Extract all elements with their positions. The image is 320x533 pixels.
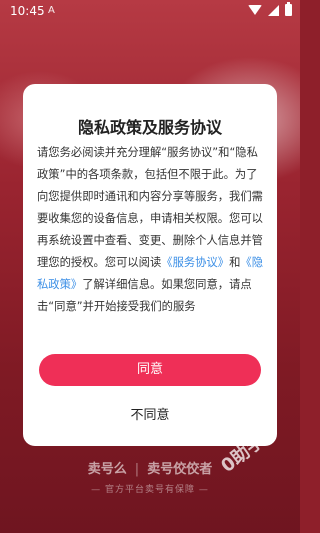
body-text-and: 和 xyxy=(229,256,241,269)
status-time: 10:45 xyxy=(10,4,45,18)
disagree-button[interactable]: 不同意 xyxy=(23,404,277,428)
sim-indicator: A xyxy=(48,5,55,16)
dialog-body: 请您务必阅读并充分理解“服务协议”和“隐私政策”中的各项条款，包括但不限于此。为… xyxy=(37,142,263,318)
agree-button[interactable]: 同意 xyxy=(39,354,261,386)
privacy-dialog: 隐私政策及服务协议 请您务必阅读并充分理解“服务协议”和“隐私政策”中的各项条款… xyxy=(23,84,277,446)
signal-icon xyxy=(268,4,279,16)
status-bar: 10:45 A xyxy=(0,0,300,22)
brand-slogan: 卖号佼佼者 xyxy=(147,462,213,477)
body-text-pre: 请您务必阅读并充分理解“服务协议”和“隐私政策”中的各项条款，包括但不限于此。为… xyxy=(37,146,263,269)
wifi-icon xyxy=(248,5,262,15)
brand-name: 卖号么 xyxy=(87,462,127,477)
battery-icon xyxy=(285,2,292,16)
brand-separator: | xyxy=(134,462,140,477)
service-agreement-link[interactable]: 《服务协议》 xyxy=(161,256,229,269)
status-icons xyxy=(248,2,292,16)
dialog-title: 隐私政策及服务协议 xyxy=(77,118,222,137)
